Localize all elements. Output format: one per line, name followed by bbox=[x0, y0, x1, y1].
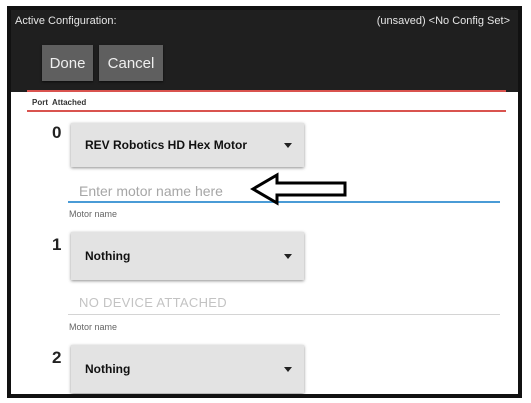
chevron-down-icon bbox=[284, 366, 292, 372]
chevron-down-icon bbox=[284, 142, 292, 148]
config-title: Active Configuration: bbox=[15, 15, 117, 27]
port-2-device-label: Nothing bbox=[85, 362, 131, 376]
port-1-number: 1 bbox=[52, 235, 62, 254]
chevron-down-icon bbox=[284, 253, 292, 259]
port-column-header: Port bbox=[32, 98, 48, 107]
top-bar: Active Configuration: (unsaved) <No Conf… bbox=[11, 10, 518, 92]
port-0-device-dropdown[interactable]: REV Robotics HD Hex Motor bbox=[71, 123, 304, 167]
done-button[interactable]: Done bbox=[42, 45, 93, 81]
port-0-motor-name-input[interactable] bbox=[79, 181, 269, 201]
port-2-number: 2 bbox=[52, 348, 62, 367]
port-1-divider bbox=[68, 314, 500, 315]
header-divider-bottom bbox=[27, 110, 506, 112]
port-1-no-device-text: NO DEVICE ATTACHED bbox=[79, 295, 227, 310]
header-divider-top bbox=[27, 90, 506, 92]
port-0-device-label: REV Robotics HD Hex Motor bbox=[85, 138, 248, 152]
port-1-motor-name-label: Motor name bbox=[69, 322, 118, 332]
port-2-device-dropdown[interactable]: Nothing bbox=[71, 345, 304, 393]
cancel-button[interactable]: Cancel bbox=[99, 45, 163, 81]
action-buttons: Done Cancel bbox=[42, 45, 163, 81]
port-0-motor-name-label: Motor name bbox=[69, 209, 118, 219]
left-arrow-icon bbox=[250, 172, 347, 206]
title-row: Active Configuration: (unsaved) <No Conf… bbox=[11, 10, 518, 32]
port-1-device-label: Nothing bbox=[85, 249, 131, 263]
screen-frame: Active Configuration: (unsaved) <No Conf… bbox=[7, 6, 522, 398]
column-headers: Port Attached bbox=[32, 98, 86, 107]
attached-column-header: Attached bbox=[52, 98, 87, 107]
port-0-number: 0 bbox=[52, 123, 62, 142]
port-1-device-dropdown[interactable]: Nothing bbox=[71, 232, 304, 280]
config-status: (unsaved) <No Config Set> bbox=[376, 15, 510, 27]
